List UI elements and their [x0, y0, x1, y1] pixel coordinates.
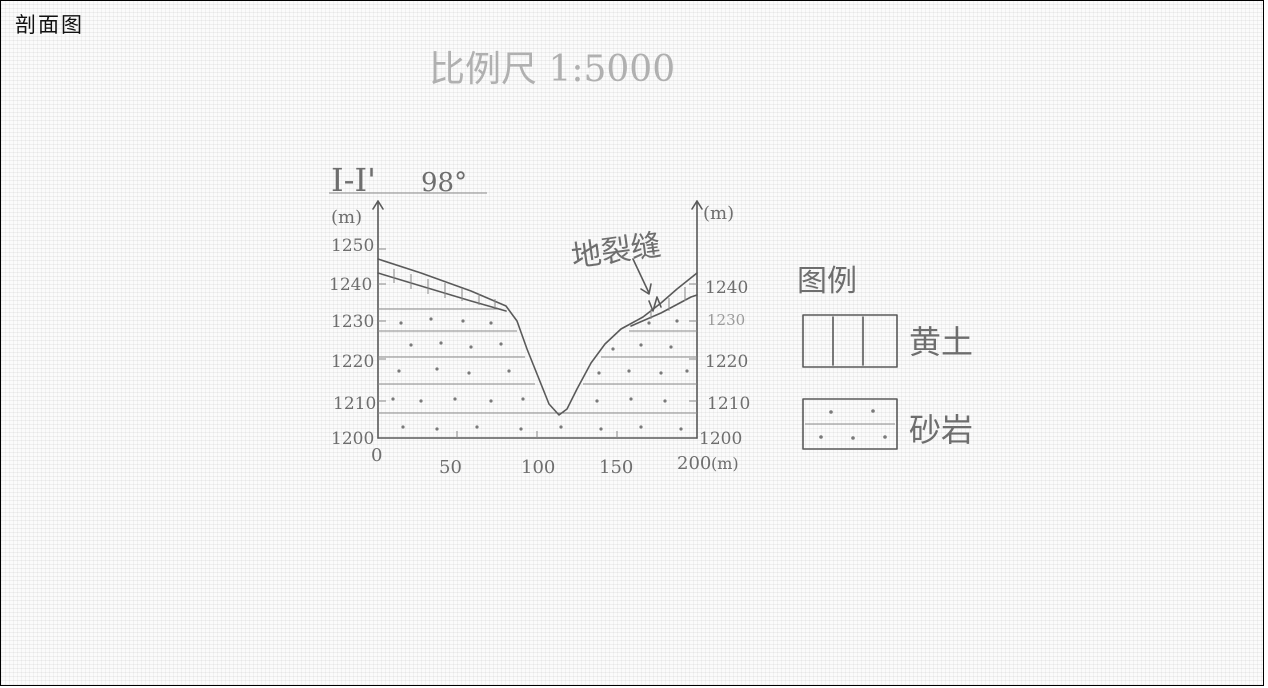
x-tick-0: 0 [371, 445, 382, 466]
right-axis-unit: (m) [703, 203, 734, 224]
sandstone-dots [391, 317, 689, 431]
y-tick-right-1240: 1240 [705, 278, 748, 298]
y-tick-right-1230: 1230 [707, 311, 745, 329]
x-tick-50: 50 [439, 457, 462, 478]
x-axis-unit: (m) [711, 454, 739, 473]
legend-sandstone-label: 砂岩 [909, 411, 973, 449]
y-tick-left-1240: 1240 [329, 275, 372, 295]
y-tick-left-1220: 1220 [331, 352, 374, 372]
right-y-ticks [689, 283, 697, 402]
x-tick-200: 200 [677, 453, 711, 474]
section-drawing: 比例尺 1:5000 I-I' 98° (m) (m) 1250 1240 12… [329, 49, 973, 478]
left-axis-unit: (m) [331, 207, 362, 228]
x-tick-150: 150 [599, 457, 633, 478]
y-tick-left-1250: 1250 [331, 236, 374, 256]
loess-hatching-left [393, 269, 496, 308]
legend-loess-label: 黄土 [909, 323, 973, 361]
x-tick-100: 100 [521, 457, 555, 478]
terrain-profile-line [377, 258, 698, 416]
legend-title: 图例 [797, 264, 857, 299]
x-ticks [456, 431, 618, 438]
y-tick-right-1220: 1220 [705, 352, 748, 372]
y-tick-left-1200: 1200 [331, 429, 374, 449]
y-tick-left-1210: 1210 [333, 394, 376, 414]
legend-sandstone-swatch [802, 398, 898, 450]
fissure-annotation: 地裂缝 [569, 228, 663, 275]
scale-label: 比例尺 1:5000 [429, 49, 675, 90]
y-tick-right-1210: 1210 [707, 394, 750, 414]
drawing-sheet: 剖面图 比例尺 1:5000 I-I' 98° (m) (m) 1250 124… [0, 0, 1264, 686]
y-tick-right-1200: 1200 [699, 429, 742, 449]
loess-layer-boundary-left [377, 272, 507, 312]
rock-layer-lines [378, 308, 697, 414]
left-y-ticks [378, 248, 386, 402]
legend-loess-swatch [802, 314, 898, 368]
ground-fissure-mark [648, 296, 662, 312]
y-tick-left-1230: 1230 [331, 312, 374, 332]
